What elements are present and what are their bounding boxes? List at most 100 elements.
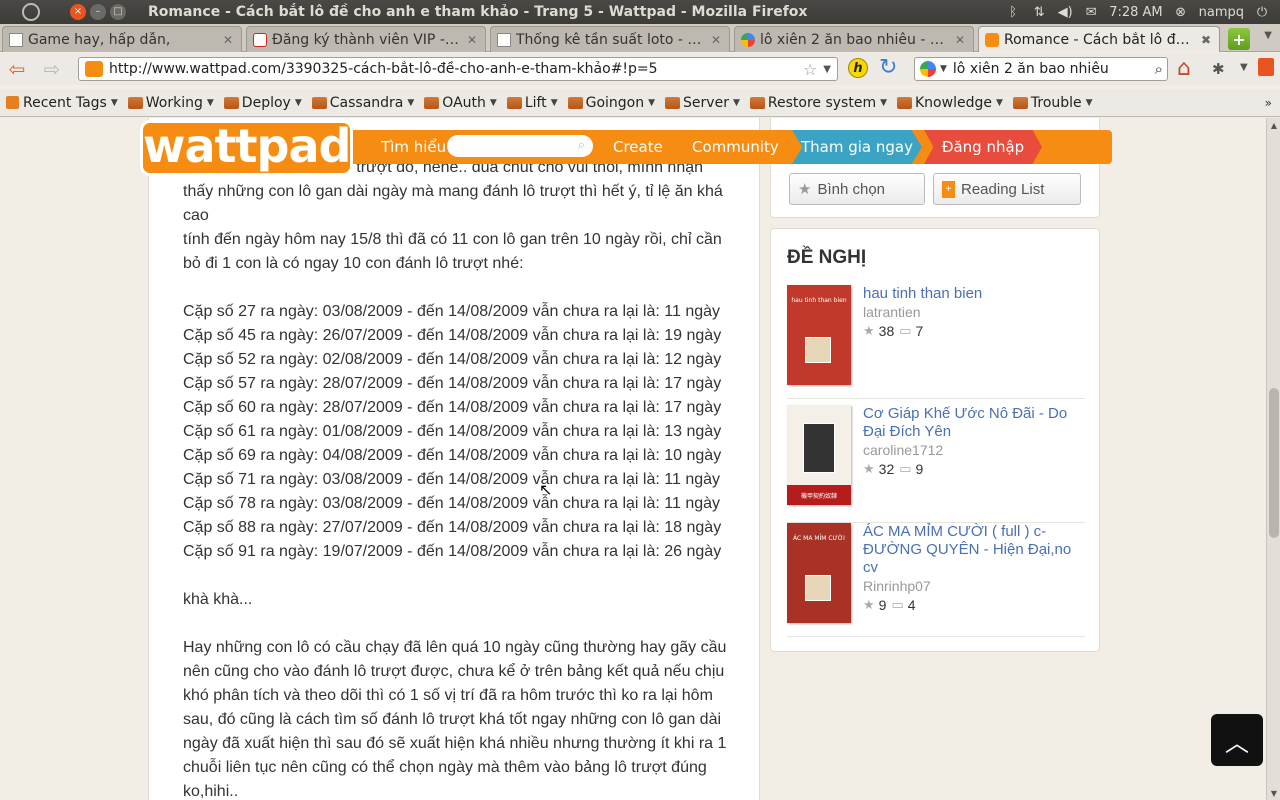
tab-wattpad[interactable]: Romance - Cách bắt lô đề c... ✖	[978, 26, 1220, 52]
recommendation-author[interactable]: caroline1712	[863, 441, 1085, 459]
recommendation-author[interactable]: latrantien	[863, 303, 1085, 321]
recommendation-item[interactable]: hau tinh than bien hau tinh than bien la…	[787, 285, 1085, 399]
chevron-down-icon: ▼	[206, 97, 214, 108]
reload-icon[interactable]: ↻	[879, 55, 897, 80]
network-icon[interactable]: ⇅	[1031, 5, 1047, 20]
story-paragraph: Hay những con lô có cầu chạy đã lên quá …	[183, 639, 731, 800]
bookmark-folder-goingon[interactable]: Goingon ▼	[567, 95, 655, 111]
bookmark-folder-working[interactable]: Working ▼	[127, 94, 214, 111]
extension-dropdown-icon[interactable]: ▼	[1240, 62, 1248, 73]
star-icon: ★	[798, 181, 812, 198]
home-icon[interactable]: ⌂	[1177, 56, 1191, 81]
back-arrow-icon[interactable]: ⇦	[5, 57, 29, 81]
recommendation-author[interactable]: Rinrinhp07	[863, 577, 1085, 595]
search-icon[interactable]: ⌕	[578, 138, 585, 153]
cover-title: 機甲契約奴隸	[800, 493, 837, 500]
ubuntu-logo-icon[interactable]	[22, 3, 40, 21]
search-engine-dropdown-icon[interactable]: ▼	[940, 64, 947, 74]
volume-icon[interactable]: ◀)	[1057, 5, 1073, 20]
tab-list-icon[interactable]: ▼	[1264, 30, 1272, 41]
bookmark-folder-knowledge[interactable]: Knowledge ▼	[897, 95, 1003, 111]
chevron-down-icon: ▼	[1085, 97, 1093, 108]
addon-h-button[interactable]: h	[848, 58, 868, 78]
search-icon[interactable]: ⌕	[1155, 60, 1163, 78]
bookmark-folder-cassandra[interactable]: Cassandra ▼	[311, 95, 414, 111]
tab-close-icon[interactable]: ✖	[1199, 33, 1213, 47]
book-cover[interactable]: hau tinh than bien	[787, 285, 851, 385]
tab-vip[interactable]: Đăng ký thành viên VIP - ke... ✕	[246, 26, 486, 52]
tab-game[interactable]: Game hay, hấp dẫn, ✕	[2, 26, 242, 52]
back-to-top-button[interactable]: ︿	[1211, 714, 1263, 766]
reading-list-button[interactable]: + Reading List	[933, 173, 1081, 205]
vote-button[interactable]: ★ Bình chọn	[789, 173, 925, 205]
join-button[interactable]: Tham gia ngay	[792, 130, 922, 164]
book-cover[interactable]: 機甲契約奴隸	[787, 405, 851, 505]
bookmark-recent-tags[interactable]: Recent Tags ▼	[6, 95, 118, 111]
search-bar[interactable]: ▼ lô xiên 2 ăn bao nhiêu ⌕	[914, 57, 1168, 81]
tab-close-icon[interactable]: ✕	[953, 33, 967, 47]
recommendation-title[interactable]: hau tinh than bien	[863, 285, 1085, 303]
bookmark-folder-lift[interactable]: Lift ▼	[506, 95, 558, 111]
bookmark-folder-deploy[interactable]: Deploy ▼	[223, 95, 302, 111]
url-bar[interactable]: http://www.wattpad.com/3390325-cách-bắt-…	[78, 57, 838, 81]
recommendation-item[interactable]: 機甲契約奴隸 Cơ Giáp Khế Ước Nô Đãi - Do Đại Đ…	[787, 405, 1085, 523]
bookmark-label: Recent Tags	[23, 94, 107, 111]
ubuntu-one-icon[interactable]	[1258, 58, 1274, 76]
window-minimize-icon[interactable]: –	[90, 4, 106, 20]
tab-loto[interactable]: Thống kê tần suất loto - Xổ... ✕	[490, 26, 730, 52]
nav-community[interactable]: Community	[692, 138, 779, 156]
tab-close-icon[interactable]: ✕	[465, 33, 479, 47]
google-icon	[741, 32, 755, 47]
recommendation-stats: ★ 32 ▭ 9	[863, 459, 1085, 479]
page-scrollbar[interactable]: ▲ ▼	[1266, 118, 1280, 800]
chevron-down-icon: ▼	[880, 97, 887, 108]
search-engine-google-icon[interactable]	[920, 61, 936, 77]
user-status-icon[interactable]: ⊗	[1173, 5, 1189, 20]
url-history-dropdown-icon[interactable]: ▼	[823, 64, 831, 75]
bookmark-label: Working	[145, 94, 203, 111]
rss-icon	[6, 96, 19, 109]
site-identity-icon[interactable]	[85, 61, 103, 77]
tab-close-icon[interactable]: ✕	[221, 33, 235, 47]
bookmark-folder-server[interactable]: Server ▼	[665, 95, 740, 111]
power-icon[interactable]: ⏻	[1254, 5, 1270, 20]
user-name[interactable]: nampq	[1199, 5, 1244, 20]
forward-arrow-icon[interactable]: ⇨	[40, 57, 64, 81]
bookmark-folder-restore-system[interactable]: Restore system ▼	[749, 95, 887, 111]
nav-create[interactable]: Create	[613, 138, 663, 156]
window-maximize-icon[interactable]: □	[110, 4, 126, 20]
wattpad-logo[interactable]: wattpad	[140, 120, 353, 176]
url-text[interactable]: http://www.wattpad.com/3390325-cách-bắt-…	[109, 61, 803, 77]
recommendation-title[interactable]: Cơ Giáp Khế Ước Nô Đãi - Do Đại Đích Yên	[863, 405, 1085, 441]
story-article: Vậy đó là cơ để đánh lô trượt đó, hehe..…	[148, 118, 760, 800]
book-cover[interactable]: ÁC MA MỈM CƯỜI	[787, 523, 851, 623]
extension-icon[interactable]: ✱	[1212, 60, 1225, 78]
nav-discover[interactable]: Tìm hiểu	[381, 138, 446, 156]
tab-close-icon[interactable]: ✕	[709, 33, 723, 47]
scroll-up-icon[interactable]: ▲	[1267, 118, 1280, 132]
mouse-cursor-icon: ↖	[539, 480, 553, 499]
recommendation-item[interactable]: ÁC MA MỈM CƯỜI ÁC MA MỈM CƯỜI ( full ) c…	[787, 523, 1085, 637]
recommendation-title[interactable]: ÁC MA MỈM CƯỜI ( full ) c-ĐƯỜNG QUYÊN - …	[863, 523, 1085, 577]
login-button[interactable]: Đăng nhập	[924, 130, 1042, 164]
bookmarks-overflow-icon[interactable]: »	[1265, 96, 1272, 110]
scrollbar-thumb[interactable]	[1269, 388, 1279, 538]
bluetooth-icon[interactable]: ᛒ	[1005, 5, 1021, 20]
cover-illustration	[805, 575, 831, 601]
page-icon	[497, 32, 511, 47]
scroll-down-icon[interactable]: ▼	[1267, 786, 1280, 800]
lottery-line: Cặp số 61 ra ngày: 01/08/2009 - đến 14/0…	[183, 423, 722, 440]
bookmark-folder-oauth[interactable]: OAuth ▼	[424, 95, 497, 111]
bookmark-folder-trouble[interactable]: Trouble ▼	[1012, 95, 1093, 111]
tab-google[interactable]: lô xiên 2 ăn bao nhiêu - Goo... ✕	[734, 26, 974, 52]
folder-icon	[506, 96, 522, 109]
bookmark-star-icon[interactable]: ☆	[803, 60, 817, 79]
new-tab-button[interactable]: +	[1228, 28, 1250, 50]
search-input[interactable]: lô xiên 2 ăn bao nhiêu	[953, 61, 1155, 77]
window-close-icon[interactable]: ×	[70, 4, 86, 20]
mail-icon[interactable]: ✉	[1083, 5, 1099, 20]
site-search-input[interactable]: ⌕	[447, 135, 593, 157]
tab-label: lô xiên 2 ăn bao nhiêu - Goo...	[760, 31, 949, 48]
clock[interactable]: 7:28 AM	[1109, 5, 1162, 20]
recommendations-title: ĐỀ NGHỊ	[787, 247, 867, 268]
